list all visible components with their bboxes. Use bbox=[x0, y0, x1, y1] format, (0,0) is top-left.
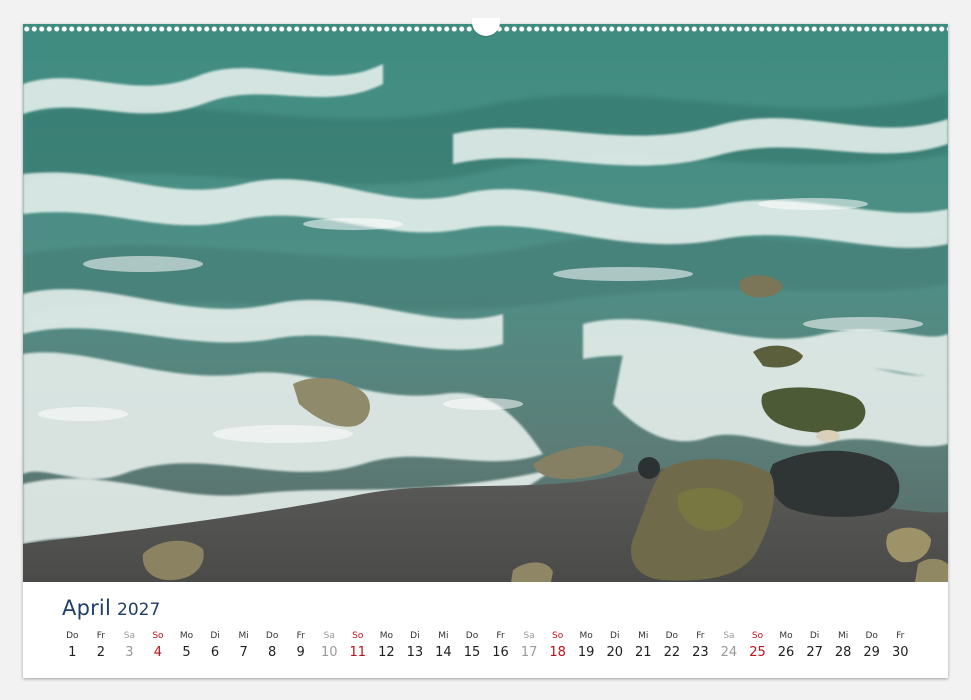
day-number: 17 bbox=[520, 645, 538, 660]
ocean-waves-image bbox=[23, 24, 948, 582]
day-row: Do 1 Fr 2 Sa 3 So 4 Mo 5 Di 6 Mi 7 Do 8 Fr 9 Sa 10 So 11 Mo 12 D… bbox=[58, 630, 928, 670]
day-number: 1 bbox=[68, 645, 77, 660]
day-number: 22 bbox=[663, 645, 681, 660]
calendar-day: Do 22 bbox=[658, 630, 687, 662]
weekday-label: So bbox=[751, 631, 764, 641]
day-number: 24 bbox=[720, 645, 738, 660]
calendar-day: Mi 7 bbox=[229, 630, 258, 662]
day-number: 6 bbox=[210, 645, 220, 660]
calendar-day: So 11 bbox=[344, 630, 373, 662]
day-number: 7 bbox=[239, 645, 248, 660]
calendar-day: Sa 10 bbox=[315, 630, 344, 662]
calendar-day: Mi 28 bbox=[829, 630, 858, 662]
day-number: 20 bbox=[606, 645, 623, 660]
day-number: 13 bbox=[406, 645, 424, 660]
day-number: 5 bbox=[182, 645, 191, 660]
weekday-label: So bbox=[552, 631, 564, 641]
calendar-strip: April 2027 Do 1 Fr 2 Sa 3 So 4 Mo 5 Di 6 Mi 7 Do 8 Fr 9 Sa 1… bbox=[23, 582, 948, 678]
calendar-day: Sa 17 bbox=[515, 630, 544, 662]
calendar-day: Mo 26 bbox=[772, 630, 801, 662]
calendar-day: Sa 3 bbox=[115, 630, 144, 662]
weekday-label: Mo bbox=[179, 631, 194, 641]
calendar-day: Mi 14 bbox=[429, 630, 458, 662]
month-title: April 2027 bbox=[62, 596, 160, 620]
day-number: 4 bbox=[153, 645, 163, 660]
calendar-day: Di 6 bbox=[201, 630, 230, 662]
weekday-label: Fr bbox=[496, 631, 505, 641]
day-number: 9 bbox=[296, 645, 305, 660]
weekday-label: Do bbox=[665, 631, 679, 641]
calendar-day: So 25 bbox=[743, 630, 772, 662]
weekday-label: Mo bbox=[779, 631, 793, 641]
day-number: 10 bbox=[320, 645, 338, 660]
calendar-day: Fr 16 bbox=[486, 630, 515, 662]
weekday-label: Sa bbox=[523, 631, 535, 641]
weekday-label: Di bbox=[610, 631, 620, 641]
calendar-day: So 18 bbox=[543, 630, 572, 662]
day-number: 23 bbox=[692, 645, 709, 660]
day-number: 19 bbox=[577, 645, 595, 660]
weekday-label: Mi bbox=[438, 631, 449, 641]
day-number: 25 bbox=[749, 645, 766, 660]
day-number: 30 bbox=[891, 645, 909, 660]
calendar-day: Sa 24 bbox=[715, 630, 744, 662]
calendar-day: Mo 5 bbox=[172, 630, 201, 662]
day-number: 29 bbox=[863, 645, 880, 660]
weekday-label: Mi bbox=[838, 631, 849, 641]
day-number: 8 bbox=[268, 645, 277, 660]
weekday-label: Do bbox=[265, 631, 279, 641]
day-number: 12 bbox=[378, 645, 395, 660]
day-number: 11 bbox=[349, 645, 367, 660]
day-number: 26 bbox=[777, 645, 795, 660]
calendar-day: Di 13 bbox=[401, 630, 430, 662]
calendar-day: Fr 2 bbox=[87, 630, 116, 662]
weekday-label: Di bbox=[210, 631, 220, 641]
weekday-label: Fr bbox=[896, 631, 905, 641]
weekday-label: Sa bbox=[323, 631, 335, 641]
weekday-label: Mo bbox=[379, 631, 393, 641]
day-number: 27 bbox=[806, 645, 823, 660]
weekday-label: Do bbox=[465, 631, 479, 641]
calendar-day: Do 8 bbox=[258, 630, 287, 662]
weekday-label: Fr bbox=[696, 631, 705, 641]
weekday-label: Di bbox=[410, 631, 420, 641]
day-number: 3 bbox=[125, 645, 134, 660]
calendar-day: Mi 21 bbox=[629, 630, 658, 662]
day-number: 28 bbox=[834, 645, 852, 660]
weekday-label: Fr bbox=[296, 631, 305, 641]
weekday-label: Fr bbox=[96, 631, 105, 641]
weekday-label: Do bbox=[66, 631, 79, 641]
calendar-page: April 2027 Do 1 Fr 2 Sa 3 So 4 Mo 5 Di 6 Mi 7 Do 8 Fr 9 Sa 1… bbox=[23, 18, 948, 678]
calendar-day: Fr 9 bbox=[286, 630, 315, 662]
weekday-label: Di bbox=[809, 631, 820, 641]
calendar-day: Mo 19 bbox=[572, 630, 601, 662]
weekday-label: Do bbox=[865, 631, 878, 641]
calendar-day: Do 1 bbox=[58, 630, 87, 662]
weekday-label: Mi bbox=[238, 631, 249, 641]
day-number: 21 bbox=[635, 645, 652, 660]
month-year: 2027 bbox=[117, 600, 161, 620]
calendar-day: Mo 12 bbox=[372, 630, 401, 662]
sea-photo bbox=[23, 24, 948, 582]
calendar-day: Di 20 bbox=[600, 630, 629, 662]
day-number: 18 bbox=[549, 645, 566, 660]
weekday-label: So bbox=[152, 631, 164, 641]
day-number: 15 bbox=[463, 645, 481, 660]
weekday-label: Mo bbox=[579, 631, 593, 641]
calendar-day: Fr 23 bbox=[686, 630, 715, 662]
calendar-day: Do 29 bbox=[857, 630, 886, 662]
day-number: 2 bbox=[96, 645, 105, 660]
weekday-label: Sa bbox=[123, 631, 135, 641]
weekday-label: Sa bbox=[723, 631, 735, 641]
calendar-day: So 4 bbox=[144, 630, 173, 662]
weekday-label: So bbox=[352, 631, 364, 641]
weekday-label: Mi bbox=[638, 631, 649, 641]
calendar-day: Fr 30 bbox=[886, 630, 915, 662]
day-number: 14 bbox=[435, 645, 452, 660]
month-name: April bbox=[62, 596, 111, 620]
calendar-day: Di 27 bbox=[800, 630, 829, 662]
day-number: 16 bbox=[492, 645, 509, 660]
calendar-day: Do 15 bbox=[458, 630, 487, 662]
